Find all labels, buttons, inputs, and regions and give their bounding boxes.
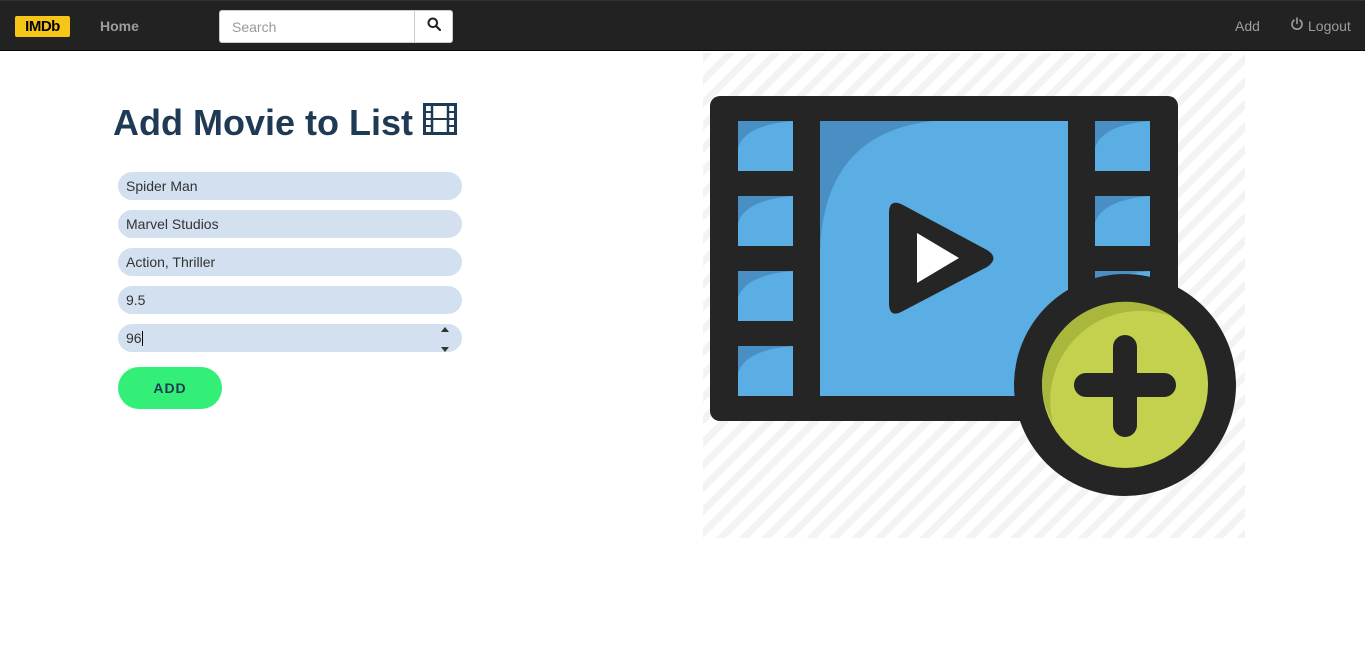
imdb-logo[interactable]: IMDb [15, 16, 70, 37]
movie-title-field[interactable] [118, 172, 462, 200]
studio-field[interactable] [118, 210, 462, 238]
add-button[interactable]: ADD [118, 367, 222, 409]
rating-field[interactable] [118, 286, 462, 314]
power-icon [1290, 17, 1304, 34]
text-cursor [142, 331, 143, 346]
top-navbar: IMDb Home Add Logout [0, 0, 1365, 51]
nav-logout-link[interactable]: Logout [1290, 17, 1351, 34]
logout-label: Logout [1308, 17, 1351, 34]
number-stepper[interactable] [438, 327, 452, 352]
stepper-down-icon[interactable] [441, 339, 449, 357]
page-title: Add Movie to List [113, 102, 457, 144]
page-title-text: Add Movie to List [113, 102, 413, 143]
add-video-icon [703, 53, 1245, 538]
search-input[interactable] [219, 10, 414, 43]
duration-field[interactable] [118, 324, 462, 352]
search-group [219, 10, 453, 43]
nav-add-link[interactable]: Add [1235, 18, 1260, 34]
film-frames-icon [423, 102, 457, 144]
search-icon [427, 17, 441, 36]
nav-home-link[interactable]: Home [100, 18, 139, 34]
search-button[interactable] [414, 10, 453, 43]
genre-field[interactable] [118, 248, 462, 276]
stepper-up-icon[interactable] [441, 319, 449, 337]
logo-text: IMDb [25, 18, 60, 35]
